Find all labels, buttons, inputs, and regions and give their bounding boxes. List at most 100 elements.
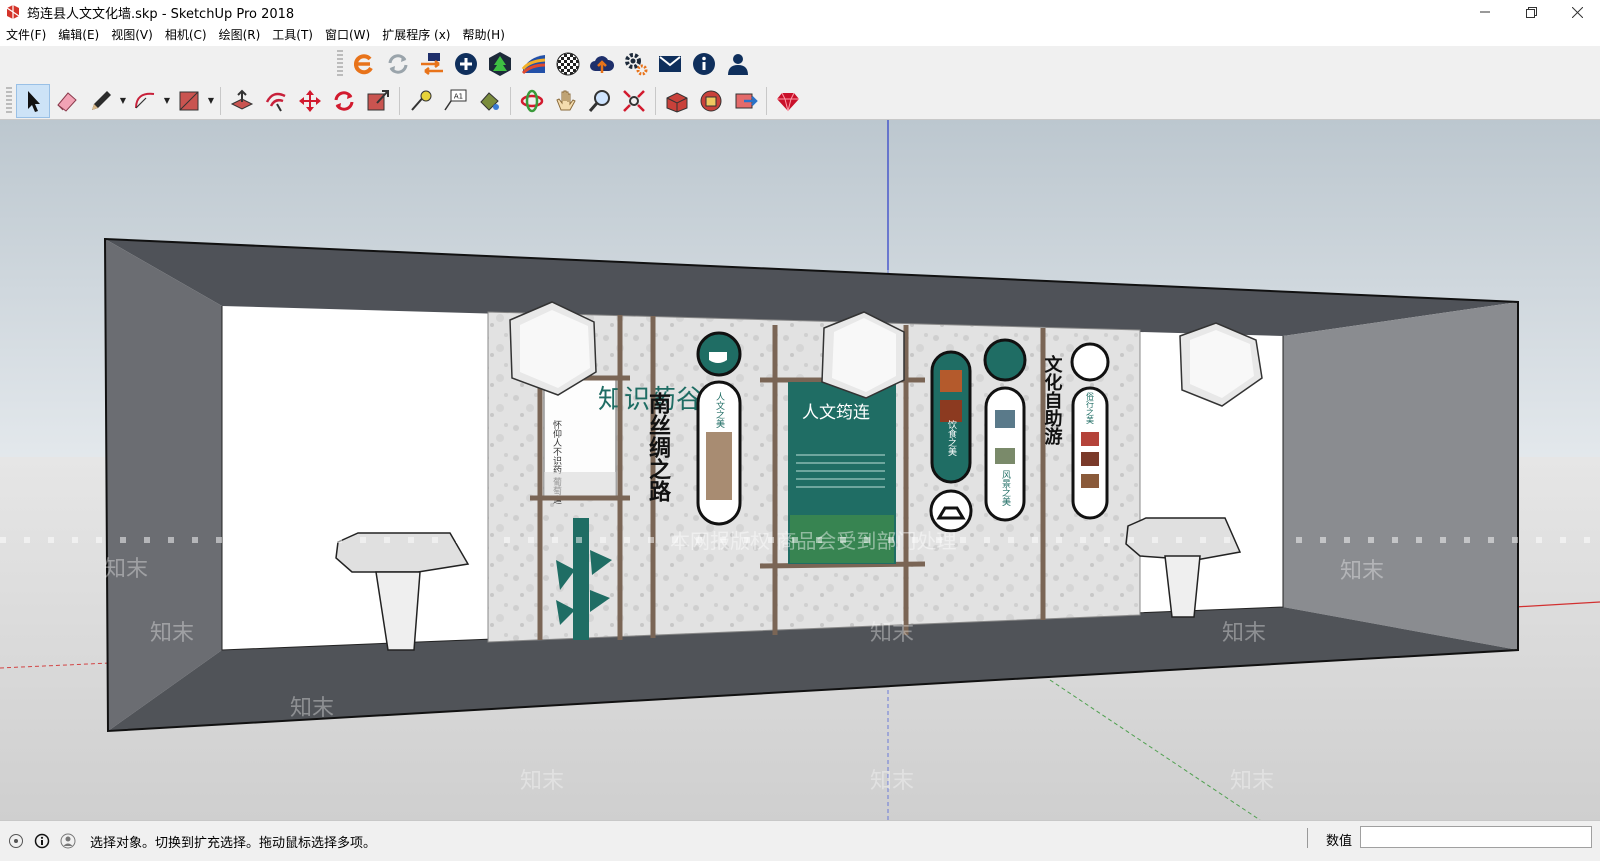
- menu-draw[interactable]: 绘图(R): [213, 24, 267, 46]
- plus-circle-icon: [455, 53, 477, 75]
- watermark: 知末: [290, 696, 334, 721]
- watermark: 知末: [104, 557, 148, 582]
- info-icon: [34, 833, 50, 849]
- push-pull-tool[interactable]: [225, 84, 259, 118]
- modeling-viewport[interactable]: 知识药谷 怀仰人不识药 葡萄道 南丝绸之路 人文之美 人文筠连 饮食之美 风景之…: [0, 120, 1600, 820]
- measurements-input[interactable]: [1360, 826, 1592, 848]
- pan-tool[interactable]: [549, 84, 583, 118]
- zoom-extents-tool[interactable]: [617, 84, 651, 118]
- text-tool[interactable]: A1: [438, 84, 472, 118]
- transfer-icon: [421, 53, 443, 75]
- sketchup-logo-icon: [6, 5, 20, 19]
- sync-button[interactable]: [381, 47, 415, 81]
- orbit-tool[interactable]: [515, 84, 549, 118]
- 3d-warehouse-button[interactable]: [660, 84, 694, 118]
- move-tool[interactable]: [293, 84, 327, 118]
- panel1-text: 人文之美: [714, 392, 725, 429]
- watermark: 知末: [150, 621, 194, 646]
- minimize-icon: [1480, 11, 1490, 13]
- measurements-label: 数值: [1325, 834, 1352, 849]
- push-pull-icon: [230, 89, 254, 110]
- panel5-text: 俗行之美: [1086, 391, 1095, 425]
- arc-tool-dropdown[interactable]: ▼: [162, 84, 172, 118]
- panel3-text: 饮食之美: [946, 419, 957, 457]
- checker-globe-icon: [556, 52, 580, 76]
- zoom-tool[interactable]: [583, 84, 617, 118]
- arc-tool[interactable]: [128, 84, 162, 118]
- watermark: 知末: [870, 769, 914, 794]
- line-tool[interactable]: [84, 84, 118, 118]
- extension-warehouse-icon: [353, 54, 373, 75]
- menu-window[interactable]: 窗口(W): [319, 24, 376, 46]
- minimize-button[interactable]: [1462, 0, 1508, 24]
- info-button[interactable]: [687, 47, 721, 81]
- rectangle-tool-dropdown[interactable]: ▼: [206, 84, 216, 118]
- menu-extensions[interactable]: 扩展程序 (x): [376, 24, 456, 46]
- rotate-tool[interactable]: [327, 84, 361, 118]
- add-location-button[interactable]: [449, 47, 483, 81]
- menu-tools[interactable]: 工具(T): [266, 24, 319, 46]
- offset-tool[interactable]: [259, 84, 293, 118]
- rectangle-tool[interactable]: [172, 84, 206, 118]
- mail-button[interactable]: [653, 47, 687, 81]
- center-title: 人文筠连: [802, 403, 870, 423]
- transfer-button[interactable]: [415, 47, 449, 81]
- move-icon: [299, 89, 321, 112]
- paint-bucket-icon: [480, 91, 499, 111]
- terrain-button[interactable]: [483, 47, 517, 81]
- text-label-icon: A1: [444, 89, 467, 110]
- svg-text:A1: A1: [454, 92, 463, 100]
- tape-measure-tool[interactable]: [404, 84, 438, 118]
- geolocation-icon: [9, 834, 23, 848]
- rectangle-icon: [179, 91, 199, 110]
- extension-manager-button[interactable]: [728, 84, 762, 118]
- close-button[interactable]: [1554, 0, 1600, 24]
- restore-icon: [1525, 6, 1537, 18]
- tape-measure-icon: [411, 90, 432, 111]
- geolocation-button[interactable]: [6, 831, 26, 851]
- title-bar: 筠连县人文文化墙.skp - SketchUp Pro 2018: [0, 0, 1600, 24]
- toolbar-grip[interactable]: [337, 50, 343, 78]
- ruby-gem-icon: [777, 92, 799, 111]
- mail-icon: [659, 56, 681, 72]
- menu-view[interactable]: 视图(V): [105, 24, 159, 46]
- scene-canvas[interactable]: 知识药谷 怀仰人不识药 葡萄道 南丝绸之路 人文之美 人文筠连 饮食之美 风景之…: [0, 120, 1600, 820]
- window-title: 筠连县人文文化墙.skp - SketchUp Pro 2018: [27, 6, 295, 22]
- scale-tool[interactable]: [361, 84, 395, 118]
- sync-icon: [388, 54, 408, 74]
- menu-help[interactable]: 帮助(H): [456, 24, 510, 46]
- paint-bucket-tool[interactable]: [472, 84, 506, 118]
- status-hint: 选择对象。切换到扩充选择。拖动鼠标选择多项。: [90, 835, 377, 851]
- texture-button[interactable]: [551, 47, 585, 81]
- tree-hexagon-icon: [489, 52, 511, 76]
- eraser-tool[interactable]: [50, 84, 84, 118]
- ruby-console-button[interactable]: [771, 84, 805, 118]
- menu-edit[interactable]: 编辑(E): [52, 24, 105, 46]
- eraser-icon: [57, 91, 77, 112]
- settings-button[interactable]: [619, 47, 653, 81]
- components-icon: [700, 90, 722, 111]
- account-button[interactable]: [721, 47, 755, 81]
- silk-road-title: 南丝绸之路: [645, 392, 671, 502]
- culture-title: 文化自助游: [1042, 354, 1063, 446]
- upload-button[interactable]: [585, 47, 619, 81]
- status-divider: [1307, 828, 1308, 848]
- menu-camera[interactable]: 相机(C): [159, 24, 213, 46]
- info-icon: [693, 53, 715, 75]
- arrow-cursor-icon: [28, 90, 40, 112]
- restore-button[interactable]: [1508, 0, 1554, 24]
- watermark: 知末: [870, 621, 914, 646]
- extension-warehouse-button[interactable]: [347, 47, 381, 81]
- account-button[interactable]: [58, 831, 78, 851]
- select-tool[interactable]: [16, 83, 50, 118]
- layers-icon: [521, 55, 546, 75]
- panel4-text: 风景之美: [1000, 470, 1011, 507]
- menu-file[interactable]: 文件(F): [0, 24, 52, 46]
- gear-icon: [625, 53, 648, 76]
- credits-button[interactable]: [32, 831, 52, 851]
- line-tool-dropdown[interactable]: ▼: [118, 84, 128, 118]
- toolbar-grip[interactable]: [6, 86, 12, 115]
- watermark: 知末: [520, 769, 564, 794]
- sandbox-button[interactable]: [517, 47, 551, 81]
- share-component-button[interactable]: [694, 84, 728, 118]
